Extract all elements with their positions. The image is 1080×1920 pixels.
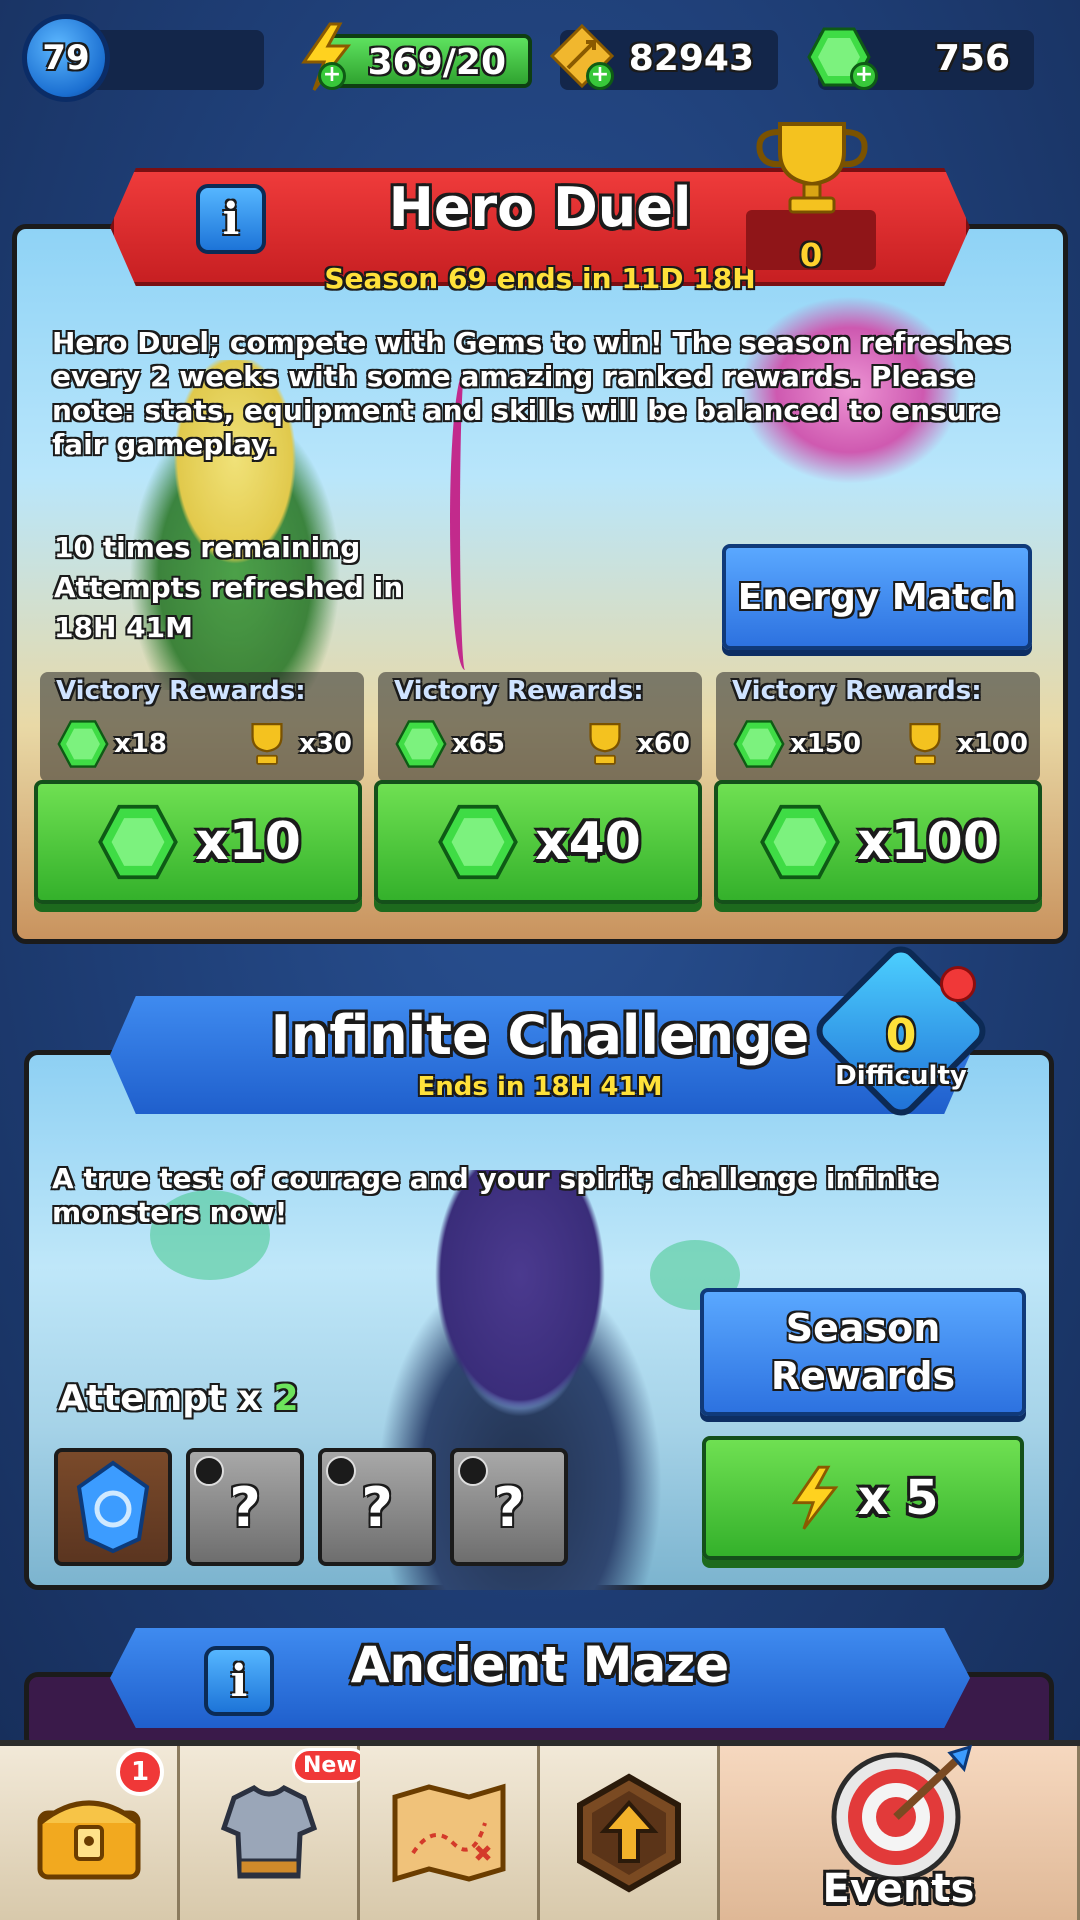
nav-tab-map[interactable] xyxy=(360,1746,540,1920)
nav-tab-events[interactable]: Events xyxy=(720,1744,1080,1920)
attempt-label: Attempt x xyxy=(58,1378,261,1419)
difficulty-label: Difficulty xyxy=(835,1061,967,1091)
duel-cost-40-label: x40 xyxy=(535,812,641,872)
add-arrow-coin-icon[interactable]: + xyxy=(586,62,614,90)
attempt-counter: Attempt x 2 xyxy=(58,1378,299,1419)
infinite-start-button[interactable]: x 5 xyxy=(702,1436,1024,1560)
blue-crystal-icon xyxy=(76,1460,150,1554)
nav-tab-upgrade[interactable] xyxy=(540,1746,720,1920)
reward-trophies-3: x100 xyxy=(956,729,1028,759)
duel-cost-100-button[interactable]: x100 xyxy=(714,780,1042,904)
duel-cost-40-button[interactable]: x40 xyxy=(374,780,702,904)
gem-icon xyxy=(57,720,109,768)
gem-icon xyxy=(98,804,178,880)
book-type-icon xyxy=(194,1456,224,1486)
shop-notification-badge: 1 xyxy=(116,1748,164,1796)
season-rewards-button[interactable]: Season Rewards xyxy=(700,1288,1026,1416)
armor-icon xyxy=(220,1785,317,1879)
info-icon: i xyxy=(222,193,240,245)
question-mark-icon: ? xyxy=(493,1475,525,1539)
arrow-coin-value: 82943 xyxy=(628,38,754,79)
trophy-icon xyxy=(251,723,283,765)
target-icon xyxy=(831,1744,972,1882)
question-mark-icon: ? xyxy=(229,1475,261,1539)
difficulty-text: 0 Difficulty xyxy=(826,1010,976,1091)
attempt-count: 2 xyxy=(273,1378,299,1419)
trophy-icon xyxy=(909,723,941,765)
add-energy-icon[interactable]: + xyxy=(318,62,346,90)
info-icon: i xyxy=(230,1655,248,1707)
gem-icon xyxy=(438,804,518,880)
level-badge[interactable]: 79 xyxy=(22,14,110,102)
question-mark-icon: ? xyxy=(361,1475,393,1539)
duel-cost-100-label: x100 xyxy=(856,812,1000,872)
attempts-refresh-label: Attempts refreshed in xyxy=(54,571,404,604)
duel-cost-10-label: x10 xyxy=(195,812,301,872)
level-value: 79 xyxy=(42,38,90,78)
gem-icon xyxy=(733,720,785,768)
duel-cost-10-button[interactable]: x10 xyxy=(34,780,362,904)
reward-slot-crystal[interactable] xyxy=(54,1448,172,1566)
notification-dot xyxy=(940,966,976,1002)
reward-gems-2: x65 xyxy=(452,729,505,759)
events-label: Events xyxy=(822,1866,975,1912)
energy-match-button[interactable]: Energy Match xyxy=(722,544,1032,650)
gem-icon xyxy=(760,804,840,880)
ring-type-icon xyxy=(326,1456,356,1486)
nav-tab-shop[interactable]: 1 xyxy=(0,1746,180,1920)
reward-label-3: Victory Rewards: xyxy=(732,676,982,706)
bottom-nav: 1 New Events xyxy=(0,1740,1080,1920)
hero-duel-attempts: 10 times remaining Attempts refreshed in… xyxy=(54,528,403,648)
resource-bar: 79 369/20 + 82943 + 756 + xyxy=(0,0,1080,110)
chest-icon xyxy=(37,1800,140,1880)
hero-duel-description: Hero Duel; compete with Gems to win! The… xyxy=(52,326,1011,461)
reward-trophies-1: x30 xyxy=(299,729,352,759)
infinite-challenge-description: A true test of courage and your spirit; … xyxy=(52,1162,939,1229)
reward-slot-mystery-ring[interactable]: ? xyxy=(318,1448,436,1566)
reward-card-2: Victory Rewards: x65 x60 xyxy=(378,672,702,782)
reward-label-1: Victory Rewards: xyxy=(56,676,306,706)
reward-trophies-2: x60 xyxy=(637,729,690,759)
trophy-icon xyxy=(756,122,868,214)
map-icon xyxy=(392,1783,505,1883)
gem-value: 756 xyxy=(934,38,1010,79)
medal-type-icon xyxy=(458,1456,488,1486)
reward-label-2: Victory Rewards: xyxy=(394,676,644,706)
nav-tab-equipment[interactable]: New xyxy=(180,1746,368,1920)
reward-gems-3: x150 xyxy=(790,729,862,759)
reward-gems-1: x18 xyxy=(114,729,167,759)
difficulty-value: 0 xyxy=(885,1010,917,1061)
energy-bolt-icon xyxy=(792,1465,839,1530)
reward-card-1: Victory Rewards: x18 x30 xyxy=(40,672,364,782)
upgrade-icon xyxy=(576,1773,681,1893)
reward-slot-mystery-medal[interactable]: ? xyxy=(450,1448,568,1566)
hero-duel-trophy-count: 0 xyxy=(746,210,876,274)
ancient-maze-title: Ancient Maze xyxy=(350,1636,730,1694)
reward-slot-mystery-book[interactable]: ? xyxy=(186,1448,304,1566)
attempts-refresh-time: 18H 41M xyxy=(54,611,193,644)
energy-value: 369/20 xyxy=(367,42,506,83)
hero-duel-info-button[interactable]: i xyxy=(196,184,266,254)
attempts-remaining: 10 times remaining xyxy=(54,531,361,564)
hero-duel-title: Hero Duel xyxy=(388,176,692,239)
reward-card-3: Victory Rewards: x150 x100 xyxy=(716,672,1040,782)
infinite-energy-cost: x 5 xyxy=(857,1470,939,1526)
hero-duel-season: Season 69 ends in 11D 18H xyxy=(324,262,756,295)
trophy-icon xyxy=(589,723,621,765)
equipment-new-badge: New xyxy=(292,1748,368,1783)
ancient-maze-info-button[interactable]: i xyxy=(204,1646,274,1716)
add-gem-icon[interactable]: + xyxy=(850,62,878,90)
gem-icon xyxy=(395,720,447,768)
